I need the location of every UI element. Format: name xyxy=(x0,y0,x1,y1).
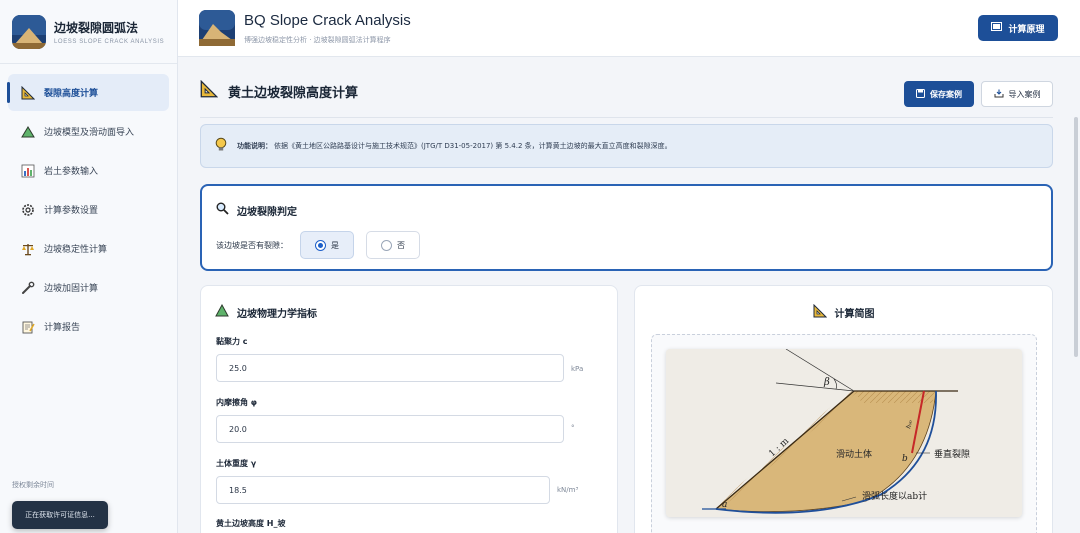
license-label: 授权剩余时间 xyxy=(12,481,54,489)
report-icon xyxy=(20,319,36,335)
cohesion-label: 黏聚力 c xyxy=(216,337,248,346)
radio-dot-unchecked xyxy=(381,239,392,251)
main-content: 黄土边坡裂隙高度计算 保存案例 导入案例 功能说明： 依据《黄土地区公路路基设计… xyxy=(178,57,1080,533)
friction-angle-input[interactable]: 20.0 xyxy=(216,415,564,443)
save-case-label: 保存案例 xyxy=(930,89,962,99)
wrench-icon xyxy=(20,280,36,296)
diagram-title: 计算简图 xyxy=(635,303,1052,321)
friction-angle-unit: ° xyxy=(571,424,575,432)
sidebar-item-soil-params[interactable]: 岩土参数输入 xyxy=(8,152,169,189)
crack-judgement-title-text: 边坡裂隙判定 xyxy=(237,206,297,218)
radio-no[interactable]: 否 xyxy=(366,231,420,259)
save-icon xyxy=(916,88,925,100)
diagram-title-text: 计算简图 xyxy=(834,309,875,320)
triangle-icon xyxy=(20,124,36,140)
radio-dot-checked xyxy=(315,239,326,251)
slope-params-title-text: 边坡物理力学指标 xyxy=(237,308,317,320)
info-text: 依据《黄土地区公路路基设计与施工技术规范》(JTG/T D31-05-2017)… xyxy=(274,142,672,150)
sidebar-item-label: 裂隙高度计算 xyxy=(44,89,99,99)
vertical-crack-label: 垂直裂隙 xyxy=(934,448,970,460)
top-bar: BQ Slope Crack Analysis 博强边坡稳定性分析 · 边坡裂隙… xyxy=(178,0,1080,57)
import-icon xyxy=(994,89,1004,100)
info-banner: 功能说明： 依据《黄土地区公路路基设计与施工技术规范》(JTG/T D31-05… xyxy=(200,124,1053,168)
crack-judgement-title: 边坡裂隙判定 xyxy=(216,202,297,218)
set-square-icon xyxy=(20,85,36,101)
scrollbar[interactable] xyxy=(1074,117,1078,357)
page-header: 黄土边坡裂隙高度计算 xyxy=(200,79,359,102)
brand-subtitle: LOESS SLOPE CRACK ANALYSIS xyxy=(54,38,165,45)
friction-angle-label: 内摩擦角 φ xyxy=(216,398,258,407)
unit-weight-unit: kN/m³ xyxy=(557,486,579,494)
slope-params-card: 边坡物理力学指标 黏聚力 c 25.0 kPa 内摩擦角 φ 20.0 ° 土体… xyxy=(200,285,618,533)
sidebar-item-calc-settings[interactable]: 计算参数设置 xyxy=(8,191,169,228)
slope-height-label: 黄土边坡高度 H_坡 xyxy=(216,519,286,528)
slope-diagram: β 1 : m 滑动土体 h₉₀ b a 垂直裂隙 滑弧长度以ab计 xyxy=(666,349,1022,517)
app-logo xyxy=(199,10,235,46)
triangle-icon xyxy=(215,303,229,320)
sidebar-nav: 裂隙高度计算 边坡模型及滑动面导入 岩土参数输入 计算参数设置 边坡稳定性计算 xyxy=(0,74,177,345)
set-square-icon xyxy=(200,79,219,102)
sidebar: 边坡裂隙圆弧法 LOESS SLOPE CRACK ANALYSIS 裂隙高度计… xyxy=(0,0,178,533)
diagram-frame: β 1 : m 滑动土体 h₉₀ b a 垂直裂隙 滑弧长度以ab计 xyxy=(651,334,1037,533)
radio-no-label: 否 xyxy=(397,240,405,250)
sidebar-item-report[interactable]: 计算报告 xyxy=(8,308,169,345)
point-b-label: b xyxy=(902,454,908,464)
license-toast: 正在获取许可证信息... xyxy=(12,501,108,529)
divider xyxy=(200,117,1053,118)
arc-length-label: 滑弧长度以ab计 xyxy=(862,490,927,502)
sidebar-item-crack-height[interactable]: 裂隙高度计算 xyxy=(7,74,169,111)
sidebar-item-label: 计算报告 xyxy=(44,323,81,333)
cohesion-input[interactable]: 25.0 xyxy=(216,354,564,382)
calc-principle-button[interactable]: 计算原理 xyxy=(978,15,1058,41)
import-case-button[interactable]: 导入案例 xyxy=(981,81,1053,107)
slide-mass-label: 滑动土体 xyxy=(836,448,872,460)
beta-label: β xyxy=(823,377,830,388)
cohesion-unit: kPa xyxy=(571,365,584,373)
sidebar-item-label: 边坡稳定性计算 xyxy=(44,245,108,255)
crack-question-row: 该边坡是否有裂隙： 是 否 xyxy=(216,231,420,259)
set-square-icon xyxy=(813,303,827,321)
magnifier-icon xyxy=(216,202,229,218)
gear-icon xyxy=(20,202,36,218)
crack-judgement-card: 边坡裂隙判定 该边坡是否有裂隙： 是 否 xyxy=(200,184,1053,271)
sidebar-item-reinforcement[interactable]: 边坡加固计算 xyxy=(8,269,169,306)
sidebar-item-label: 计算参数设置 xyxy=(44,206,99,216)
sidebar-item-slope-model[interactable]: 边坡模型及滑动面导入 xyxy=(8,113,169,150)
sidebar-item-label: 岩土参数输入 xyxy=(44,167,99,177)
page-title: 黄土边坡裂隙高度计算 xyxy=(228,85,359,101)
unit-weight-input[interactable]: 18.5 xyxy=(216,476,550,504)
app-subtitle: 博强边坡稳定性分析 · 边坡裂隙圆弧法计算程序 xyxy=(244,36,391,44)
radio-yes[interactable]: 是 xyxy=(300,231,354,259)
point-a-label: a xyxy=(722,500,727,510)
brand-title: 边坡裂隙圆弧法 xyxy=(54,20,139,35)
sidebar-item-label: 边坡加固计算 xyxy=(44,284,99,294)
balance-icon xyxy=(20,241,36,257)
app-logo xyxy=(12,14,46,49)
radio-yes-label: 是 xyxy=(331,240,339,250)
diagram-card: 计算简图 β 1: m 滑动土体 h₉₀ b a 垂直裂隙 滑弧长度以ab计 xyxy=(634,285,1053,533)
import-case-label: 导入案例 xyxy=(1008,89,1041,99)
lightbulb-icon xyxy=(215,137,227,155)
sidebar-item-stability[interactable]: 边坡稳定性计算 xyxy=(8,230,169,267)
app-title: BQ Slope Crack Analysis xyxy=(244,12,411,29)
book-icon xyxy=(991,22,1003,34)
info-label: 功能说明： xyxy=(237,142,272,150)
slope-params-title: 边坡物理力学指标 xyxy=(215,303,317,320)
bar-chart-icon xyxy=(20,163,36,179)
sidebar-item-label: 边坡模型及滑动面导入 xyxy=(44,128,135,138)
brand: 边坡裂隙圆弧法 LOESS SLOPE CRACK ANALYSIS xyxy=(0,0,177,64)
calc-principle-label: 计算原理 xyxy=(1008,24,1045,35)
crack-question-label: 该边坡是否有裂隙： xyxy=(216,240,288,250)
save-case-button[interactable]: 保存案例 xyxy=(904,81,974,107)
unit-weight-label: 土体重度 γ xyxy=(216,459,257,468)
